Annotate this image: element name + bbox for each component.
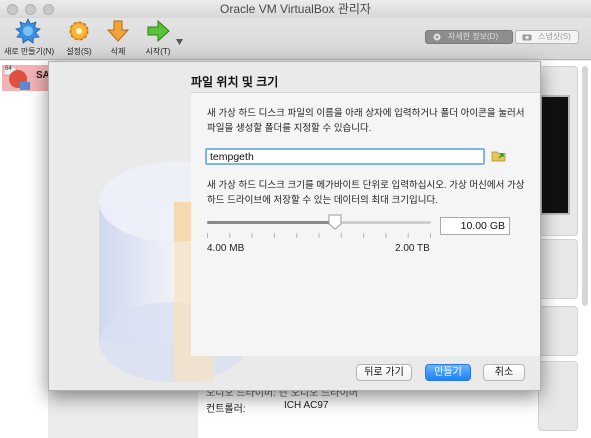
zoom-window-button[interactable]	[43, 4, 54, 15]
discard-button[interactable]: 삭제	[104, 18, 132, 57]
location-description: 새 가상 하드 디스크 파일의 이름을 아래 상자에 입력하거나 폴더 아이콘을…	[207, 108, 525, 134]
controller-label: 컨트롤러:	[206, 404, 246, 415]
details-tab-label: 자세한 정보(D)	[448, 32, 499, 41]
start-dropdown-icon[interactable]	[176, 39, 183, 45]
details-section	[538, 361, 578, 431]
camera-icon	[522, 34, 532, 41]
arch-badge: 64	[5, 66, 12, 72]
cancel-button[interactable]: 취소	[483, 364, 525, 381]
window-title: Oracle VM VirtualBox 관리자	[220, 2, 371, 16]
folder-icon[interactable]	[491, 148, 507, 164]
size-input[interactable]	[440, 217, 510, 235]
back-button[interactable]: 뒤로 가기	[356, 364, 412, 381]
new-starburst-icon	[15, 18, 41, 44]
slider-thumb[interactable]	[328, 214, 342, 230]
create-button[interactable]: 만들기	[425, 364, 471, 381]
settings-button[interactable]: 설정(S)	[62, 18, 96, 57]
title-bar: Oracle VM VirtualBox 관리자	[0, 0, 591, 18]
gear-icon	[69, 21, 89, 41]
snapshots-tab[interactable]: 스냅샷(S)	[515, 30, 579, 44]
settings-label: 설정(S)	[66, 47, 92, 56]
min-size-label: 4.00 MB	[207, 243, 245, 254]
vm-list-item[interactable]: 64 SA	[2, 65, 50, 91]
discard-label: 삭제	[110, 47, 126, 56]
details-section	[538, 239, 578, 299]
green-arrow-icon	[147, 19, 170, 43]
dialog-title: 파일 위치 및 크기	[191, 75, 279, 89]
filename-input[interactable]	[205, 148, 485, 165]
start-label: 시작(T)	[145, 47, 171, 56]
details-section	[538, 306, 578, 356]
main-toolbar: 새로 만들기(N) 설정(S) 삭제 시작(T) 자세한 정보(D) 스냅샷(S…	[0, 18, 591, 60]
snapshots-tab-label: 스냅샷(S)	[538, 32, 571, 41]
new-vm-button[interactable]: 새로 만들기(N)	[4, 18, 55, 57]
vm-list: 64 SA	[0, 61, 50, 438]
vm-preview	[540, 95, 570, 215]
slider-ticks	[207, 233, 431, 238]
size-slider[interactable]	[207, 221, 431, 224]
new-vm-label: 새로 만들기(N)	[4, 47, 55, 56]
file-location-dialog: 파일 위치 및 크기 새 가상 하드 디스크 파일의 이름을 아래 상자에 입력…	[48, 61, 541, 391]
start-button[interactable]: 시작(T)	[142, 18, 174, 57]
controller-value: ICH AC97	[284, 400, 329, 411]
details-tab[interactable]: 자세한 정보(D)	[425, 30, 513, 44]
slider-fill	[207, 221, 335, 224]
gear-small-icon	[433, 33, 441, 41]
minimize-window-button[interactable]	[25, 4, 36, 15]
close-window-button[interactable]	[7, 4, 18, 15]
max-size-label: 2.00 TB	[395, 243, 430, 254]
scrollbar[interactable]	[582, 66, 588, 306]
size-description: 새 가상 하드 디스크 크기를 메가바이트 단위로 입력하십시오. 가상 머신에…	[207, 180, 525, 206]
down-arrow-icon	[106, 20, 130, 42]
